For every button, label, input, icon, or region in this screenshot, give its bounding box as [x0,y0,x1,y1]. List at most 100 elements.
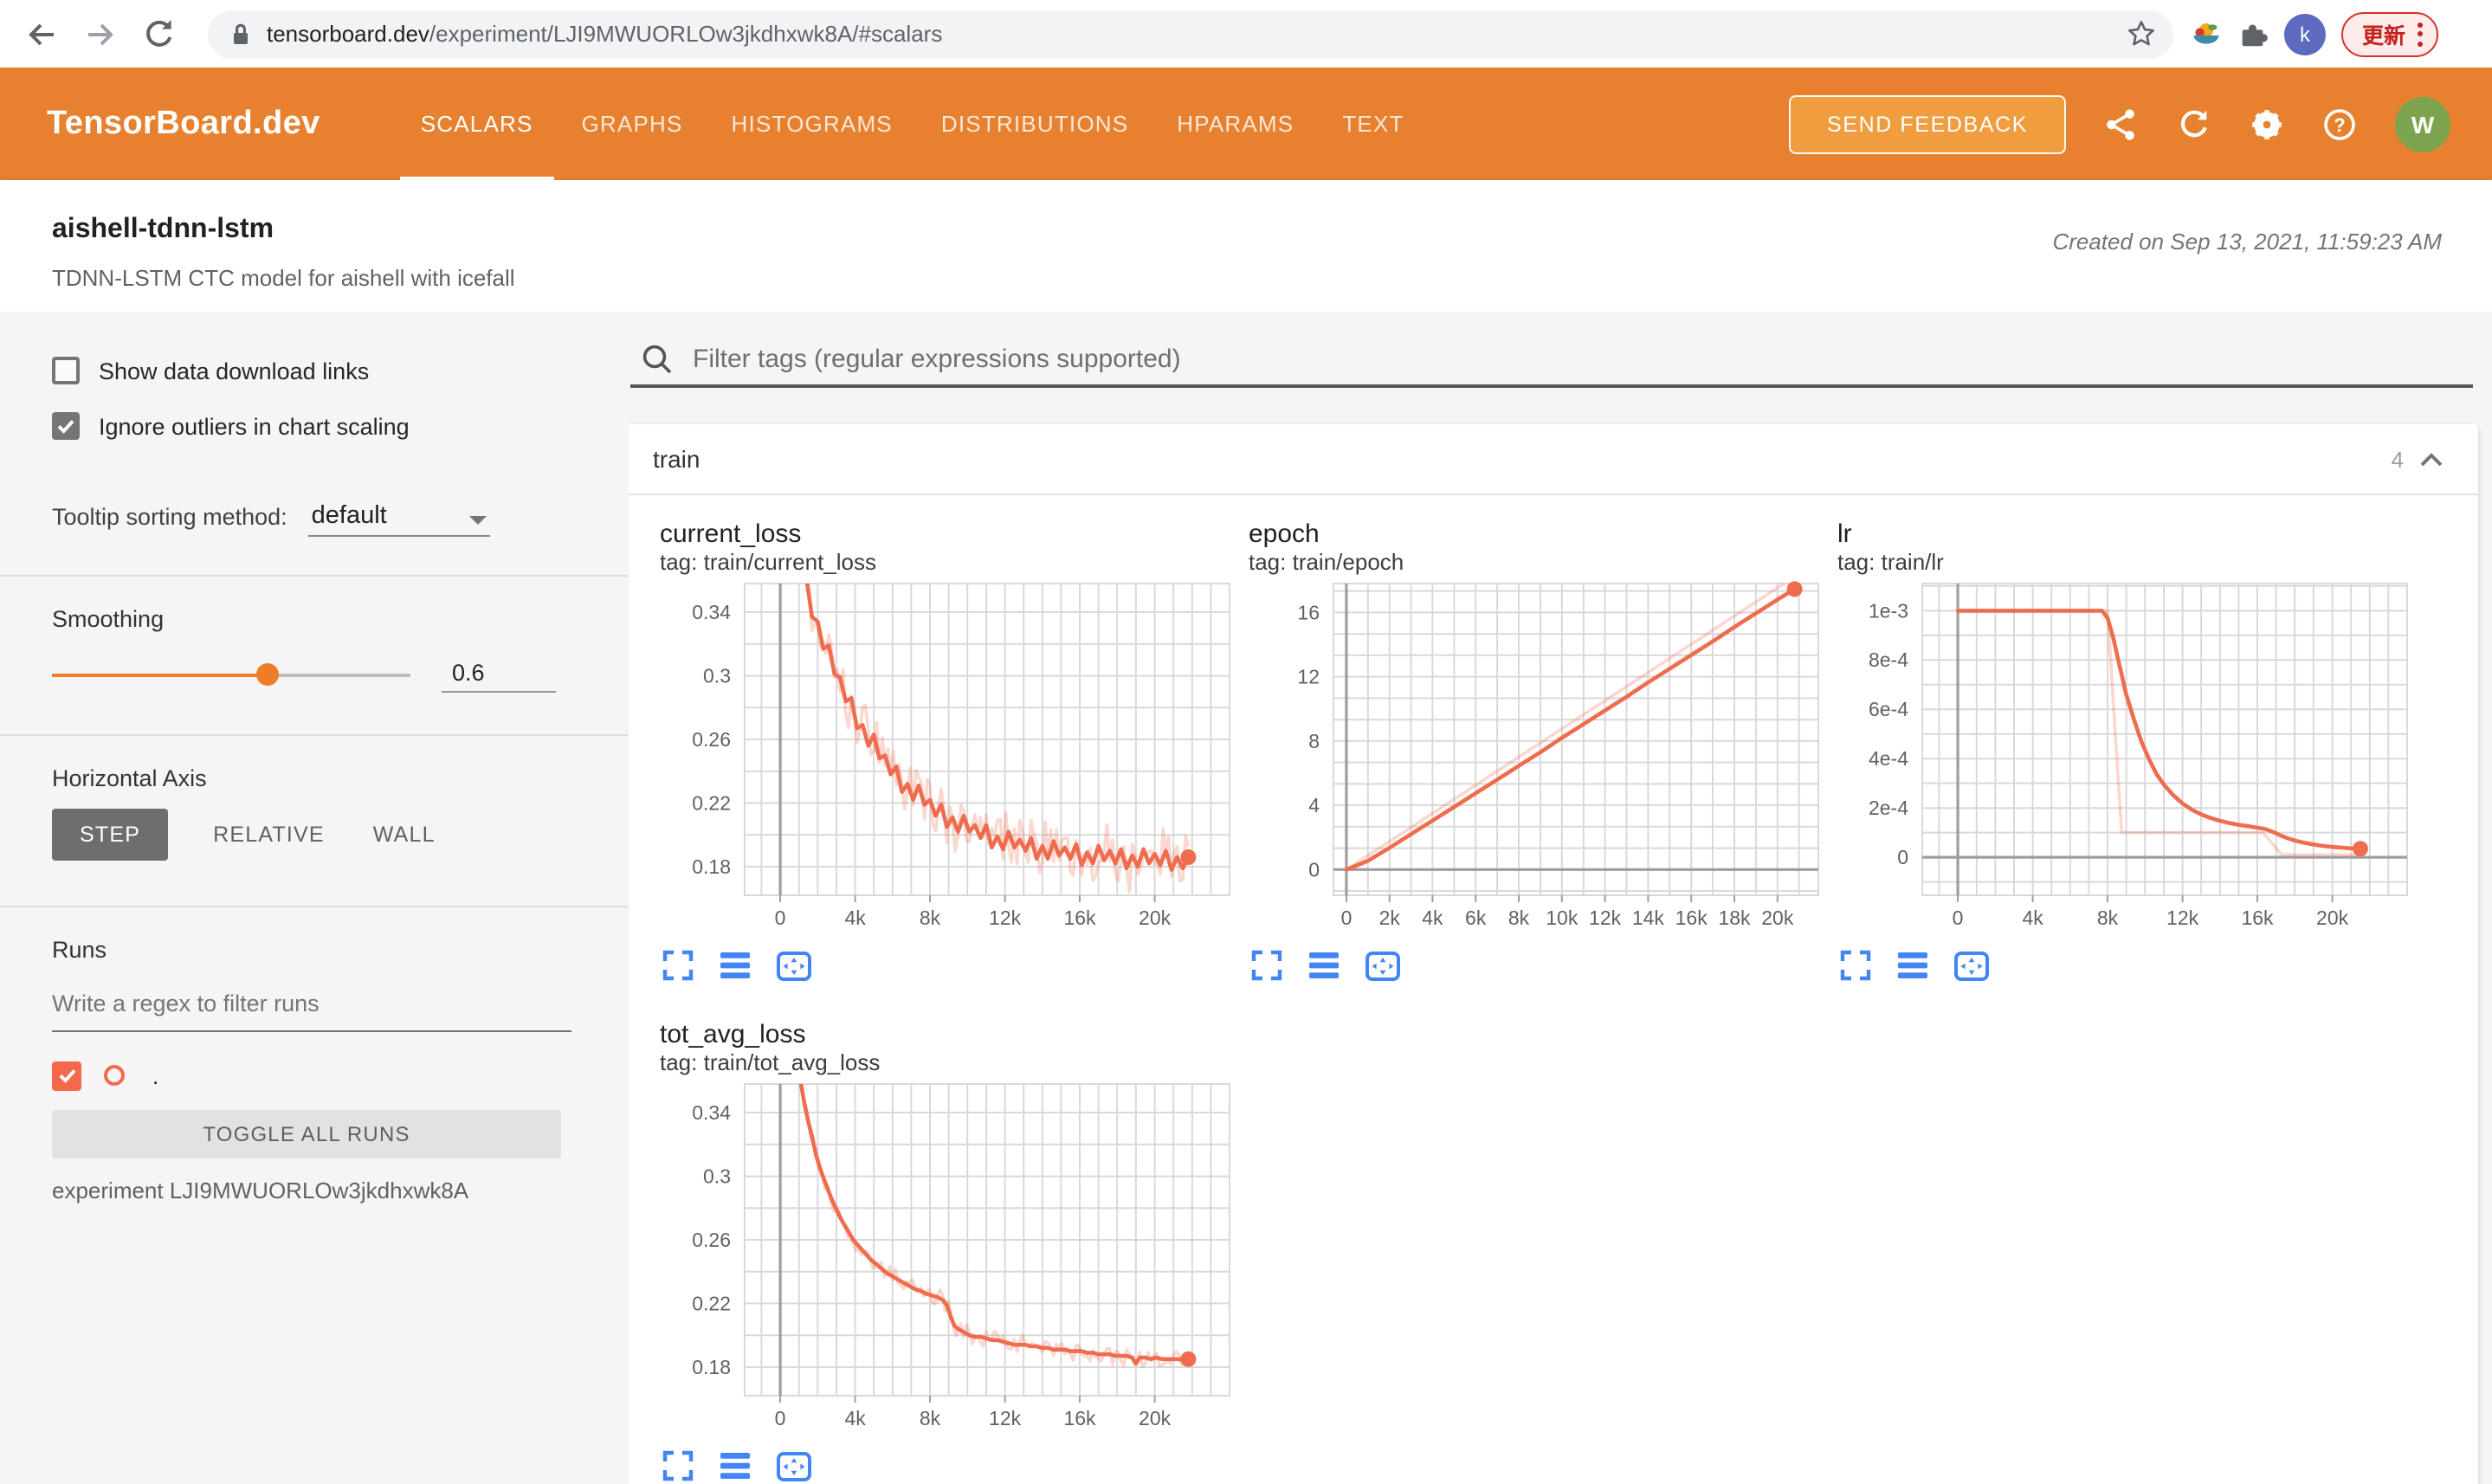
svg-text:0.3: 0.3 [703,1165,731,1188]
svg-text:2k: 2k [1379,907,1401,929]
line-chart[interactable]: 0 4k 8k 12k 16k 20k 1e-3 8e-4 6e-4 4e-4 2e-4 0 [1811,577,2408,944]
tab-hparams[interactable]: HPARAMS [1152,68,1318,180]
help-icon[interactable]: ? [2322,106,2357,141]
chart-title: lr [1837,519,1852,549]
tag-filter-bar[interactable] [630,342,2473,388]
fullscreen-icon[interactable] [662,1449,694,1482]
tab-distributions[interactable]: DISTRIBUTIONS [917,68,1152,180]
svg-text:0: 0 [775,1407,786,1429]
lock-icon [234,23,248,43]
chart-tag: tag: train/lr [1837,549,1944,575]
forward-icon[interactable] [83,16,118,51]
address-bar[interactable]: tensorboard.dev/experiment/LJI9MWUORLOw3… [208,10,2173,58]
fullscreen-icon[interactable] [1839,949,1872,982]
app-header: TensorBoard.dev SCALARS GRAPHS HISTOGRAM… [0,68,2492,180]
checkbox-checked-icon[interactable] [52,412,80,440]
browser-menu-icon[interactable] [2418,22,2424,46]
svg-text:0.34: 0.34 [692,601,731,623]
svg-text:8k: 8k [2097,907,2119,929]
settings-gear-icon[interactable] [2250,106,2284,141]
svg-text:10k: 10k [1546,907,1578,929]
run-list-item[interactable]: . [52,1060,577,1091]
runs-filter-input[interactable] [52,984,571,1032]
fit-domain-icon[interactable] [776,950,812,981]
runs-selector-icon[interactable] [1896,951,1929,980]
line-chart[interactable]: 0 4k 8k 12k 16k 20k 0.34 0.3 0.26 0.22 0.18 [634,577,1230,944]
svg-text:4k: 4k [1422,907,1443,929]
chart-lr: lr tag: train/lr 0 4k 8k 12k 16k 20k 1e-3 8e-4 6… [1811,495,2408,982]
axis-relative-button[interactable]: RELATIVE [189,809,349,861]
experiment-created-date: Created on Sep 13, 2021, 11:59:23 AM [2052,229,2442,255]
train-group-header[interactable]: train 4 [629,424,2478,495]
tag-filter-input[interactable] [689,342,2473,375]
slider-thumb[interactable] [256,663,279,686]
extensions-puzzle-icon[interactable] [2237,18,2269,49]
checkbox-unchecked-icon[interactable] [52,357,80,384]
send-feedback-button[interactable]: SEND FEEDBACK [1789,94,2066,153]
svg-text:0.22: 0.22 [692,1292,731,1314]
svg-text:20k: 20k [1761,907,1794,929]
tab-graphs[interactable]: GRAPHS [558,68,707,180]
tab-histograms[interactable]: HISTOGRAMS [707,68,917,180]
divider [0,575,629,577]
chevron-down-icon [468,516,487,525]
svg-text:16k: 16k [1675,907,1708,929]
svg-text:16k: 16k [1063,1407,1096,1429]
runs-selector-icon[interactable] [719,951,752,980]
svg-text:0.34: 0.34 [692,1101,731,1124]
tooltip-sorting-select[interactable]: default [307,502,490,537]
share-icon[interactable] [2104,106,2139,141]
smoothing-value-field[interactable]: 0.6 [442,659,556,692]
runs-selector-icon[interactable] [1307,951,1340,980]
extension-bowl-icon[interactable] [2191,18,2222,49]
svg-text:4k: 4k [2022,907,2043,929]
svg-text:12: 12 [1297,666,1320,688]
svg-text:4e-4: 4e-4 [1869,747,1908,770]
reload-icon[interactable] [142,16,177,51]
refresh-icon[interactable] [2177,106,2211,141]
svg-text:14k: 14k [1632,907,1665,929]
svg-text:16k: 16k [2241,907,2274,929]
run-color-swatch-icon [104,1065,125,1086]
svg-text:16k: 16k [1063,907,1096,929]
charts-grid: current_loss tag: train/current_loss 0 4k… [629,495,2478,1484]
divider [0,906,629,907]
brand-logo[interactable]: TensorBoard.dev [47,105,320,143]
chrome-update-button[interactable]: 更新 [2341,11,2439,56]
line-chart[interactable]: 0 2k 4k 6k 8k 10k 12k 14k 16k 18k 20k 16 12 8 4 0 [1223,577,1819,944]
svg-text:20k: 20k [1139,907,1172,929]
settings-sidebar: Show data download links Ignore outliers… [0,312,629,1484]
svg-text:0: 0 [775,907,786,929]
svg-text:4k: 4k [844,1407,866,1429]
experiment-header: aishell-tdnn-lstm TDNN-LSTM CTC model fo… [0,180,2492,312]
axis-wall-button[interactable]: WALL [349,809,460,861]
toggle-all-runs-button[interactable]: TOGGLE ALL RUNS [52,1110,561,1158]
ignore-outliers-checkbox-row[interactable]: Ignore outliers in chart scaling [52,409,577,443]
line-chart[interactable]: 0 4k 8k 12k 16k 20k 0.34 0.3 0.26 0.22 0.18 [634,1077,1230,1444]
svg-text:0.26: 0.26 [692,728,731,751]
experiment-description: TDNN-LSTM CTC model for aishell with ice… [52,265,515,291]
runs-selector-icon[interactable] [719,1451,752,1481]
svg-text:8k: 8k [1508,907,1530,929]
user-avatar[interactable]: W [2395,96,2450,152]
fullscreen-icon[interactable] [662,949,694,982]
axis-step-button[interactable]: STEP [52,809,169,861]
experiment-title: aishell-tdnn-lstm [52,215,274,244]
run-checkbox-checked-icon[interactable] [52,1061,81,1090]
svg-text:0.22: 0.22 [692,791,731,814]
fullscreen-icon[interactable] [1250,949,1283,982]
browser-toolbar: tensorboard.dev/experiment/LJI9MWUORLOw3… [0,0,2492,68]
fit-domain-icon[interactable] [776,1450,812,1481]
tab-scalars[interactable]: SCALARS [397,68,558,180]
svg-text:12k: 12k [2166,907,2199,929]
chevron-up-icon[interactable] [2419,451,2444,467]
browser-profile-avatar[interactable]: k [2284,13,2326,55]
show-download-links-checkbox-row[interactable]: Show data download links [52,353,577,388]
tab-text[interactable]: TEXT [1318,68,1428,180]
fit-domain-icon[interactable] [1365,950,1401,981]
smoothing-slider[interactable] [52,663,410,686]
svg-text:20k: 20k [1139,1407,1172,1429]
fit-domain-icon[interactable] [1953,950,1990,981]
back-icon[interactable] [24,16,59,51]
bookmark-star-icon[interactable] [2127,19,2156,48]
